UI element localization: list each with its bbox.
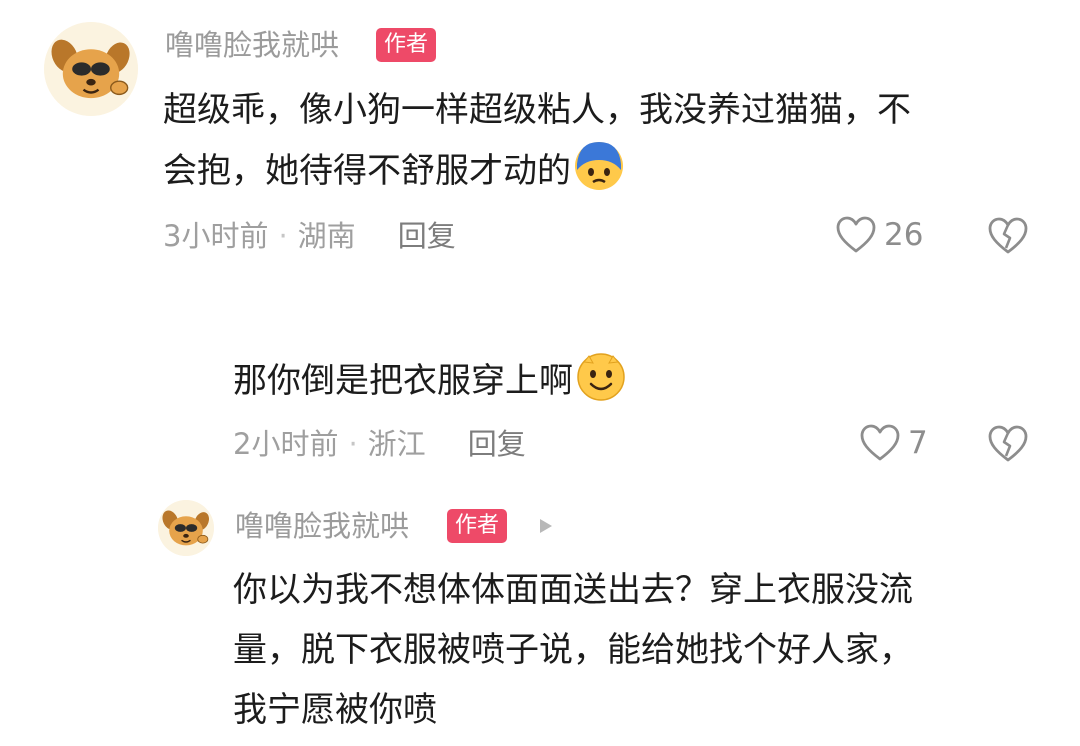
author-name[interactable]: 噜噜脸我就哄 bbox=[165, 25, 339, 65]
comment-text-line: 会抱，她待得不舒服才动的 bbox=[163, 151, 571, 191]
dog-avatar-icon bbox=[44, 22, 138, 116]
smile-emoji-icon bbox=[575, 350, 627, 402]
reply-text-line: 你以为我不想体体面面送出去？穿上衣服没流 bbox=[233, 570, 913, 610]
reply-text-line: 我宁愿被你喷 bbox=[233, 690, 437, 730]
broken-heart-icon bbox=[988, 425, 1028, 462]
reply-button[interactable]: 回复 bbox=[468, 427, 526, 461]
heart-icon bbox=[836, 216, 876, 253]
dislike-button[interactable] bbox=[988, 216, 1028, 256]
comment-location: 湖南 bbox=[297, 219, 356, 253]
like-count: 7 bbox=[908, 425, 928, 461]
reply-arrow-icon bbox=[540, 519, 552, 533]
like-button[interactable]: 7 bbox=[860, 424, 928, 462]
comment-text: 超级乖，像小狗一样超级粘人，我没养过猫猫，不 会抱，她待得不舒服才动的 bbox=[163, 80, 1043, 201]
author-avatar[interactable] bbox=[44, 22, 138, 116]
like-count: 26 bbox=[884, 217, 924, 253]
author-badge: 作者 bbox=[447, 509, 508, 543]
dog-avatar-icon bbox=[158, 500, 214, 556]
reply-time: 2小时前 bbox=[233, 427, 339, 461]
meta-separator: · bbox=[278, 219, 288, 253]
reply-button[interactable]: 回复 bbox=[398, 219, 456, 253]
reply-meta: 2小时前 · 浙江 回复 bbox=[233, 424, 526, 464]
author-name[interactable]: 噜噜脸我就哄 bbox=[235, 506, 409, 546]
heart-icon bbox=[860, 424, 900, 461]
author-avatar[interactable] bbox=[158, 500, 214, 556]
dislike-button[interactable] bbox=[988, 424, 1028, 464]
comment-time: 3小时前 bbox=[163, 219, 269, 253]
reply-location: 浙江 bbox=[367, 427, 426, 461]
meta-separator: · bbox=[348, 427, 358, 461]
reply-text: 你以为我不想体体面面送出去？穿上衣服没流 量，脱下衣服被喷子说，能给她找个好人家… bbox=[233, 560, 1053, 740]
comment-text-line: 超级乖，像小狗一样超级粘人，我没养过猫猫，不 bbox=[163, 90, 911, 130]
author-badge: 作者 bbox=[376, 28, 437, 62]
reply-text-line: 那你倒是把衣服穿上啊 bbox=[233, 361, 573, 401]
crying-emoji-icon bbox=[573, 140, 625, 192]
reply-text-line: 量，脱下衣服被喷子说，能给她找个好人家， bbox=[233, 630, 913, 670]
broken-heart-icon bbox=[988, 217, 1028, 254]
reply-text: 那你倒是把衣服穿上啊 bbox=[233, 350, 627, 411]
comment-meta: 3小时前 · 湖南 回复 bbox=[163, 216, 456, 256]
like-button[interactable]: 26 bbox=[836, 216, 923, 254]
